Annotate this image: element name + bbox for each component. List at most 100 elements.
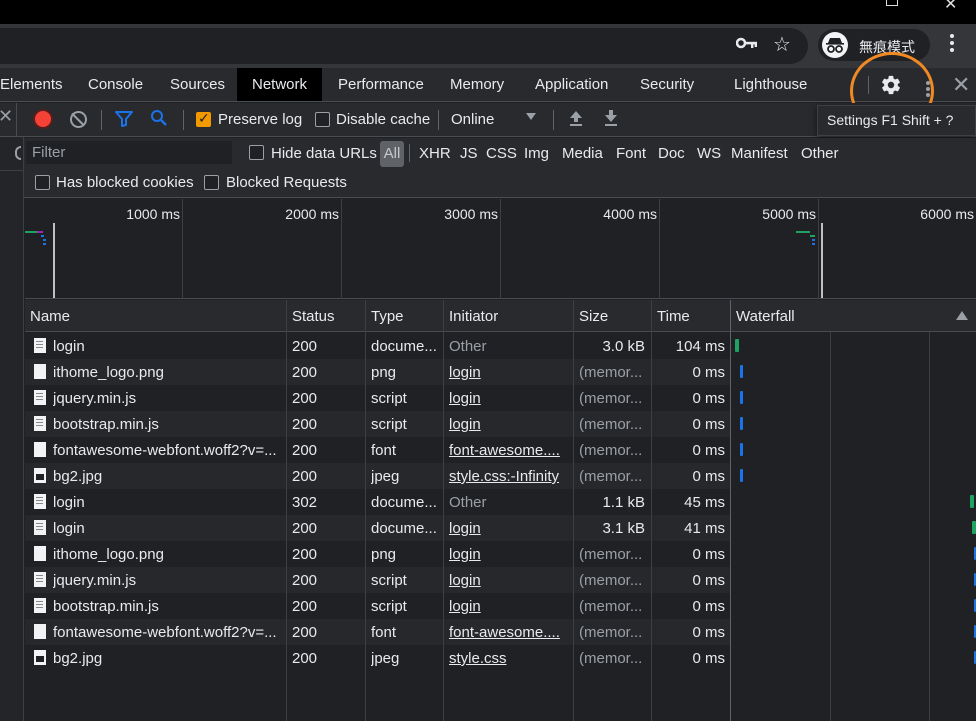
column-divider[interactable] [651, 300, 652, 721]
preserve-log-label[interactable]: Preserve log [218, 111, 302, 128]
tab-performance[interactable]: Performance [338, 68, 424, 101]
address-bar[interactable] [0, 28, 808, 64]
clear-icon[interactable] [70, 111, 87, 128]
type-filter-manifest[interactable]: Manifest [731, 145, 788, 162]
tab-memory[interactable]: Memory [450, 68, 504, 101]
waterfall-bar[interactable] [740, 469, 743, 482]
type-filter-ws[interactable]: WS [697, 145, 721, 162]
cell-name: ithome_logo.png [53, 364, 164, 381]
tab-lighthouse[interactable]: Lighthouse [734, 68, 807, 101]
has-blocked-cookies-checkbox[interactable] [35, 175, 50, 190]
column-divider[interactable] [286, 300, 287, 721]
settings-gear-icon[interactable] [880, 74, 902, 96]
tab-application[interactable]: Application [535, 68, 608, 101]
cell-initiator[interactable]: login [449, 541, 569, 567]
bookmark-star-icon[interactable]: ☆ [773, 32, 791, 57]
column-header-size[interactable]: Size [574, 300, 608, 332]
browser-menu-icon[interactable] [950, 34, 954, 55]
type-filter-js[interactable]: JS [460, 145, 478, 162]
column-header-status[interactable]: Status [287, 300, 335, 332]
sort-ascending-icon[interactable] [956, 311, 968, 320]
type-filter-css[interactable]: CSS [486, 145, 517, 162]
table-row[interactable]: ithome_logo.png 200 png login (memor... 0 ms [25, 359, 731, 385]
type-filter-font[interactable]: Font [616, 145, 646, 162]
sidebar-toggle-icon[interactable] [15, 146, 21, 160]
record-button[interactable] [35, 111, 51, 127]
disable-cache-label[interactable]: Disable cache [336, 111, 430, 128]
table-row[interactable]: fontawesome-webfont.woff2?v=... 200 font fo… [25, 619, 731, 645]
devtools-close-icon[interactable]: ✕ [952, 72, 970, 98]
cell-initiator[interactable]: login [449, 359, 569, 385]
column-header-name[interactable]: Name [25, 300, 70, 332]
table-row[interactable]: jquery.min.js 200 script login (memor... 0 ms [25, 385, 731, 411]
table-row[interactable]: bootstrap.min.js 200 script login (memor... 0… [25, 593, 731, 619]
column-header-time[interactable]: Time [652, 300, 690, 332]
cell-initiator[interactable]: login [449, 567, 569, 593]
type-filter-xhr[interactable]: XHR [419, 145, 451, 162]
waterfall-bar[interactable] [735, 339, 739, 352]
export-har-icon[interactable] [603, 109, 619, 127]
has-blocked-cookies-label[interactable]: Has blocked cookies [56, 174, 194, 191]
waterfall-bar[interactable] [972, 521, 976, 534]
filter-funnel-icon[interactable] [115, 111, 133, 127]
cell-type: script [371, 572, 407, 589]
search-icon[interactable] [150, 109, 168, 127]
column-divider[interactable] [365, 300, 366, 721]
throttling-select[interactable]: Online [451, 111, 494, 128]
table-row[interactable]: login 302 docume... Other 1.1 kB 45 ms [25, 489, 731, 515]
hide-data-urls-label[interactable]: Hide data URLs [271, 145, 377, 162]
incognito-profile-button[interactable]: 無痕模式 [818, 29, 930, 61]
blocked-requests-checkbox[interactable] [204, 175, 219, 190]
cell-initiator[interactable]: login [449, 411, 569, 437]
tab-console[interactable]: Console [88, 68, 143, 101]
table-row[interactable]: jquery.min.js 200 script login (memor... 0 ms [25, 567, 731, 593]
table-row[interactable]: login 200 docume... login 3.1 kB 41 ms [25, 515, 731, 541]
blocked-requests-label[interactable]: Blocked Requests [226, 174, 347, 191]
window-close-icon[interactable]: ✕ [944, 0, 957, 14]
drawer-close-icon[interactable]: ✕ [0, 106, 13, 127]
type-filter-media[interactable]: Media [562, 145, 603, 162]
type-filter-all[interactable]: All [380, 141, 404, 167]
waterfall-bar[interactable] [740, 417, 743, 430]
waterfall-bar[interactable] [740, 391, 743, 404]
filter-input[interactable] [26, 141, 232, 164]
table-row[interactable]: bootstrap.min.js 200 script login (memor... 0… [25, 411, 731, 437]
waterfall-bar[interactable] [740, 443, 743, 456]
table-row[interactable]: bg2.jpg 200 jpeg style.css (memor... 0 ms [25, 645, 731, 671]
waterfall-bar[interactable] [740, 365, 743, 378]
cell-initiator[interactable]: style.css:-Infinity [449, 463, 569, 489]
column-divider[interactable] [730, 300, 731, 721]
column-header-type[interactable]: Type [366, 300, 404, 332]
table-row[interactable]: bg2.jpg 200 jpeg style.css:-Infinity (memor.… [25, 463, 731, 489]
table-row[interactable]: fontawesome-webfont.woff2?v=... 200 font fo… [25, 437, 731, 463]
type-filter-img[interactable]: Img [524, 145, 549, 162]
column-header-waterfall[interactable]: Waterfall [731, 300, 795, 332]
type-filter-other[interactable]: Other [801, 145, 839, 162]
hide-data-urls-checkbox[interactable] [249, 145, 264, 160]
tab-sources[interactable]: Sources [170, 68, 225, 101]
devtools-more-icon[interactable] [926, 81, 930, 99]
table-row[interactable]: login 200 docume... Other 3.0 kB 104 ms [25, 333, 731, 359]
preserve-log-checkbox[interactable] [196, 110, 211, 127]
column-divider[interactable] [573, 300, 574, 721]
cell-initiator[interactable]: login [449, 385, 569, 411]
cell-initiator[interactable]: font-awesome.... [449, 437, 569, 463]
cell-initiator[interactable]: style.css [449, 645, 569, 671]
column-divider[interactable] [443, 300, 444, 721]
key-icon[interactable] [736, 36, 758, 50]
waterfall-bar[interactable] [970, 495, 974, 508]
network-overview[interactable]: 1000 ms 2000 ms 3000 ms 4000 ms 5000 ms … [25, 199, 976, 299]
tab-network[interactable]: Network [237, 68, 323, 101]
disable-cache-checkbox[interactable] [315, 112, 330, 127]
tab-security[interactable]: Security [640, 68, 694, 101]
import-har-icon[interactable] [568, 109, 584, 127]
tab-elements[interactable]: Elements [0, 68, 63, 101]
chevron-down-icon[interactable] [526, 113, 536, 120]
cell-initiator[interactable]: login [449, 515, 569, 541]
column-header-initiator[interactable]: Initiator [444, 300, 498, 332]
cell-initiator[interactable]: font-awesome.... [449, 619, 569, 645]
window-restore-icon[interactable] [886, 0, 898, 6]
type-filter-doc[interactable]: Doc [658, 145, 685, 162]
cell-initiator[interactable]: login [449, 593, 569, 619]
table-row[interactable]: ithome_logo.png 200 png login (memor... 0 ms [25, 541, 731, 567]
